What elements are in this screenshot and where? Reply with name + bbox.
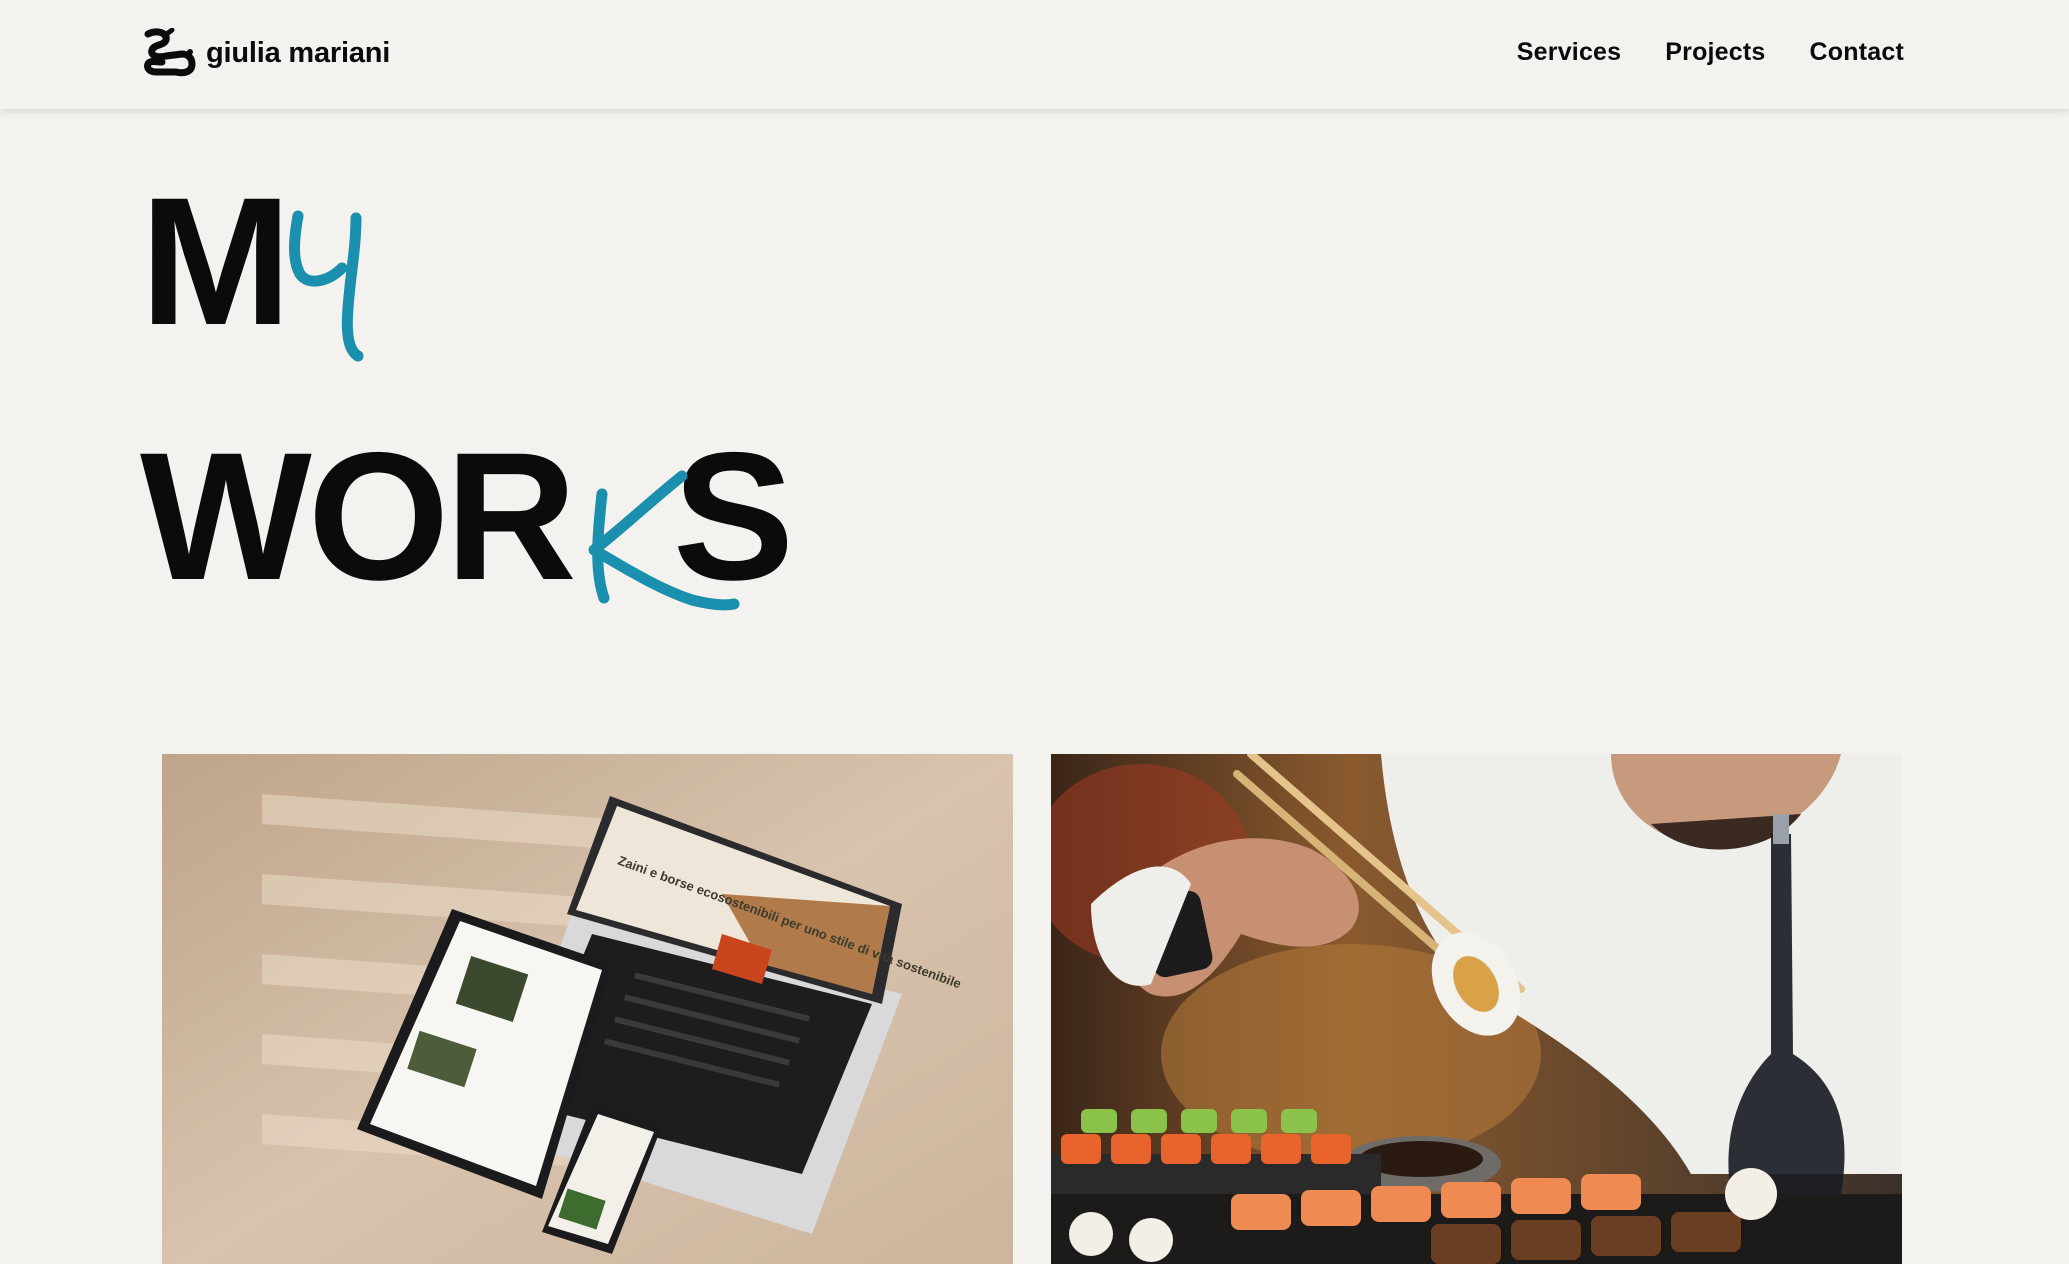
device-mockup-image: Zaini e borse ecosostenibili per uno sti… <box>162 754 1013 1264</box>
sushi-photo-image <box>1051 754 1902 1264</box>
projects-grid: Zaini e borse ecosostenibili per uno sti… <box>162 754 1902 1264</box>
rabbit-logo-icon <box>144 28 196 77</box>
title-letter-m: M <box>140 159 292 363</box>
site-header: giulia mariani Services Projects Contact <box>0 0 2069 109</box>
project-card-sushi[interactable] <box>1051 754 1902 1264</box>
handwritten-k-letter: k <box>588 470 740 611</box>
handwritten-y-letter: y <box>289 210 364 362</box>
nav-contact-link[interactable]: Contact <box>1810 38 1904 67</box>
nav-services-link[interactable]: Services <box>1517 38 1621 67</box>
title-line-my: M <box>140 170 292 352</box>
brand-name: giulia mariani <box>206 36 391 69</box>
project-card-ecobags[interactable]: Zaini e borse ecosostenibili per uno sti… <box>162 754 1013 1264</box>
main-nav: Services Projects Contact <box>1517 38 1904 67</box>
title-letters-wor: WOR <box>140 414 577 618</box>
brand-home-link[interactable]: giulia mariani <box>142 28 390 78</box>
nav-projects-link[interactable]: Projects <box>1665 38 1765 67</box>
